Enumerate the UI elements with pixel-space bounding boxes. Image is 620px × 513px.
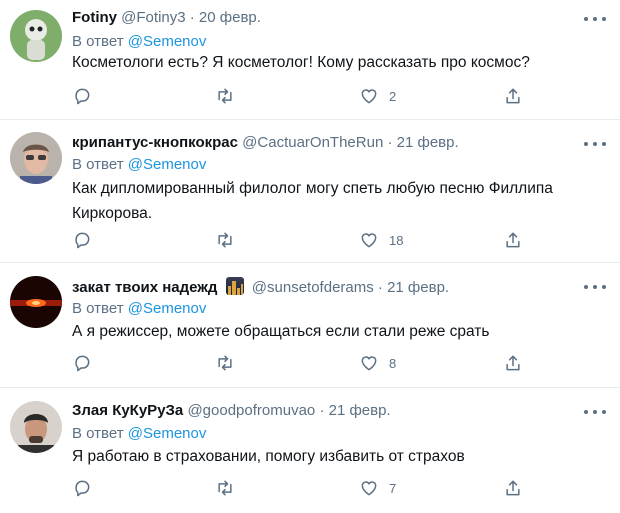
retweet-icon xyxy=(218,232,232,248)
tweet-4[interactable]: Злая КуКуРуЗа @goodpofromuvao · 21 февр.… xyxy=(0,388,620,513)
share-icon xyxy=(506,355,520,371)
reply-context: В ответ @Semenov xyxy=(72,33,206,50)
retweet-button[interactable] xyxy=(215,353,235,373)
reply-context: В ответ @Semenov xyxy=(72,300,206,317)
share-button[interactable] xyxy=(503,230,523,250)
share-icon xyxy=(506,88,520,104)
like-button[interactable]: 2 xyxy=(359,86,396,106)
like-count: 8 xyxy=(389,355,397,371)
mention-link[interactable]: @Semenov xyxy=(128,425,207,442)
tweet-2[interactable]: крипантус-кнопкокрас @CactuarOnTheRun · … xyxy=(0,120,620,263)
tweet-date[interactable]: · 20 февр. xyxy=(190,9,261,26)
retweet-icon xyxy=(218,355,232,371)
tweet-1[interactable]: Fotiny @Fotiny3 · 20 февр. В ответ @Seme… xyxy=(0,0,620,120)
reply-icon xyxy=(75,355,90,372)
tweet-date[interactable]: · 21 февр. xyxy=(378,279,449,296)
reply-context: В ответ @Semenov xyxy=(72,156,206,173)
tweet-text: Косметологи есть? Я косметолог! Кому рас… xyxy=(72,54,530,71)
reply-prefix: В ответ xyxy=(72,425,124,442)
reply-button[interactable] xyxy=(72,353,92,373)
reply-button[interactable] xyxy=(72,86,92,106)
mention-link[interactable]: @Semenov xyxy=(128,156,207,173)
share-icon xyxy=(506,232,520,248)
reply-prefix: В ответ xyxy=(72,33,124,50)
tweet-date[interactable]: · 21 февр. xyxy=(387,134,458,151)
like-button[interactable]: 8 xyxy=(359,353,396,373)
mention-link[interactable]: @Semenov xyxy=(128,33,207,50)
share-icon xyxy=(506,480,520,496)
user-handle[interactable]: @sunsetofderams xyxy=(252,279,374,296)
reply-prefix: В ответ xyxy=(72,156,124,173)
reply-prefix: В ответ xyxy=(72,300,124,317)
retweet-icon xyxy=(218,480,232,496)
like-count: 18 xyxy=(389,232,404,248)
retweet-button[interactable] xyxy=(215,230,235,250)
display-name[interactable]: Злая КуКуРуЗа xyxy=(72,402,183,419)
avatar[interactable] xyxy=(10,10,62,62)
tweet-date[interactable]: · 21 февр. xyxy=(319,402,390,419)
tweet-3[interactable]: закат твоих надежд @sunsetofderams · 21 … xyxy=(0,263,620,388)
like-icon xyxy=(361,481,377,496)
user-line: Fotiny @Fotiny3 · 20 февр. xyxy=(72,9,261,26)
more-icon[interactable] xyxy=(584,408,606,416)
share-button[interactable] xyxy=(503,478,523,498)
like-count: 7 xyxy=(389,480,397,496)
user-line: закат твоих надежд @sunsetofderams · 21 … xyxy=(72,277,449,296)
avatar[interactable] xyxy=(10,401,62,453)
like-icon xyxy=(361,89,377,104)
more-icon[interactable] xyxy=(584,15,606,23)
tweet-text: Как дипломированный филолог могу спеть л… xyxy=(72,180,553,222)
reply-button[interactable] xyxy=(72,478,92,498)
mention-link[interactable]: @Semenov xyxy=(128,300,207,317)
like-button[interactable]: 18 xyxy=(359,230,403,250)
like-count: 2 xyxy=(389,88,397,104)
tweet-text: Я работаю в страховании, помогу избавить… xyxy=(72,448,465,465)
retweet-button[interactable] xyxy=(215,478,235,498)
user-handle[interactable]: @goodpofromuvao xyxy=(187,402,315,419)
like-button[interactable]: 7 xyxy=(359,478,396,498)
user-line: крипантус-кнопкокрас @CactuarOnTheRun · … xyxy=(72,134,459,151)
more-icon[interactable] xyxy=(584,283,606,291)
user-line: Злая КуКуРуЗа @goodpofromuvao · 21 февр. xyxy=(72,402,391,419)
reply-icon xyxy=(75,232,90,249)
like-icon xyxy=(361,233,377,248)
more-icon[interactable] xyxy=(584,140,606,148)
like-icon xyxy=(361,356,377,371)
retweet-button[interactable] xyxy=(215,86,235,106)
user-handle[interactable]: @Fotiny3 xyxy=(121,9,185,26)
tweet-text: А я режиссер, можете обращаться если ста… xyxy=(72,323,490,340)
avatar[interactable] xyxy=(10,276,62,328)
display-name[interactable]: крипантус-кнопкокрас xyxy=(72,134,238,151)
reply-context: В ответ @Semenov xyxy=(72,425,206,442)
user-handle[interactable]: @CactuarOnTheRun xyxy=(242,134,383,151)
share-button[interactable] xyxy=(503,86,523,106)
display-name[interactable]: закат твоих надежд xyxy=(72,279,217,296)
cityscape-emoji-icon xyxy=(225,277,244,295)
retweet-icon xyxy=(218,88,232,104)
avatar[interactable] xyxy=(10,132,62,184)
display-name[interactable]: Fotiny xyxy=(72,9,117,26)
reply-icon xyxy=(75,480,90,497)
reply-icon xyxy=(75,88,90,105)
reply-button[interactable] xyxy=(72,230,92,250)
share-button[interactable] xyxy=(503,353,523,373)
